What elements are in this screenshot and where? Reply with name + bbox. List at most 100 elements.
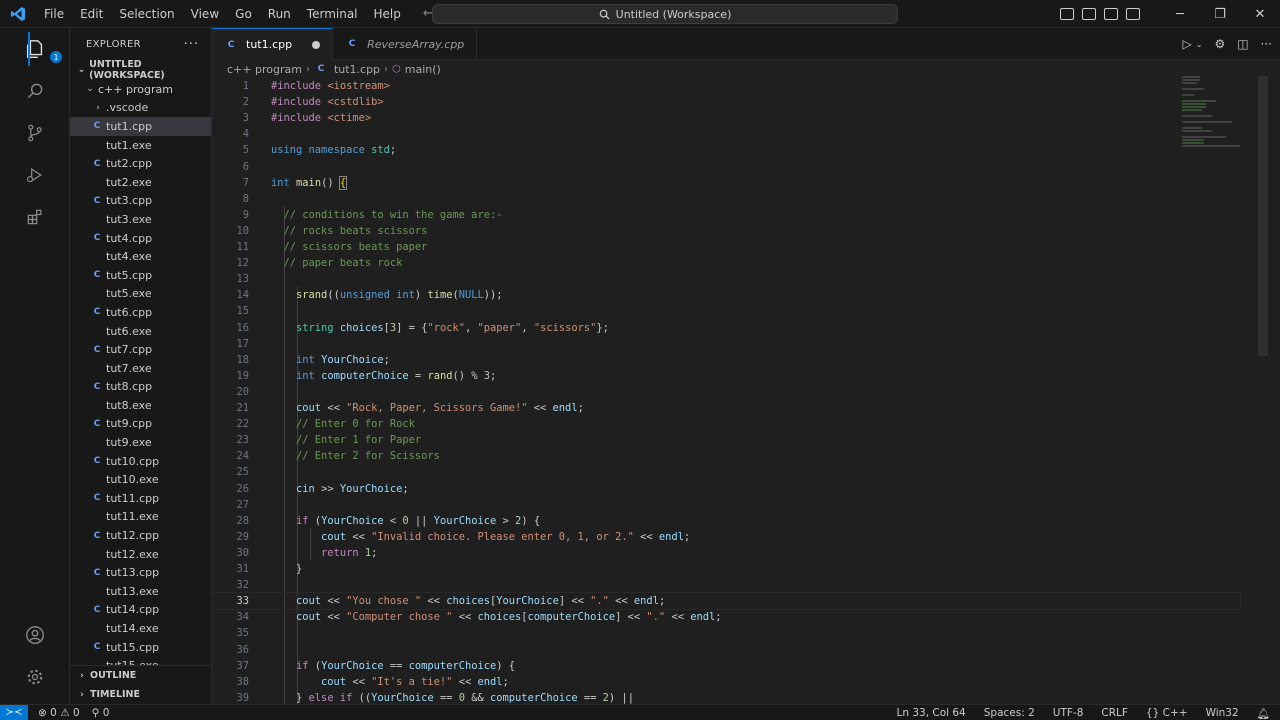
code-line[interactable]: 3 #include <ctime> <box>212 110 1240 126</box>
code-line[interactable]: 18 int YourChoice; <box>212 352 1240 368</box>
code-line[interactable]: 6 <box>212 159 1240 175</box>
tab-tut1-cpp[interactable]: C tut1.cpp <box>212 28 334 60</box>
code-line[interactable]: 2 #include <cstdlib> <box>212 94 1240 110</box>
code-line[interactable]: 31 } <box>212 561 1240 577</box>
end-of-line[interactable]: CRLF <box>1101 707 1128 719</box>
code-line[interactable]: 1 #include <iostream> <box>212 78 1240 94</box>
gear-icon[interactable]: ⚙ <box>1214 37 1225 51</box>
file-tree-item[interactable]: tut8.exe <box>70 396 211 415</box>
file-tree-item[interactable]: › .vscode <box>70 99 211 118</box>
accounts-activity[interactable] <box>0 614 70 656</box>
code-line[interactable]: 23 // Enter 1 for Paper <box>212 432 1240 448</box>
timeline-section[interactable]: › TIMELINE <box>70 685 211 704</box>
code-line-current[interactable]: 33 cout << "You chose " << choices[YourC… <box>212 592 1241 611</box>
language-mode[interactable]: {} C++ <box>1146 707 1188 719</box>
file-tree-item[interactable]: tut14.exe <box>70 619 211 638</box>
file-tree-item[interactable]: Ctut11.cpp <box>70 489 211 508</box>
breadcrumb-file[interactable]: tut1.cpp <box>334 63 380 76</box>
code-line[interactable]: 7 int main() { <box>212 175 1240 191</box>
code-line[interactable]: 20 <box>212 384 1240 400</box>
minimize-button[interactable]: ─ <box>1160 0 1200 28</box>
file-tree-item[interactable]: tut12.exe <box>70 545 211 564</box>
chevron-down-icon[interactable]: ⌄ <box>1196 40 1203 49</box>
workspace-header[interactable]: ⌄ UNTITLED (WORKSPACE) <box>70 59 211 81</box>
file-tree-item[interactable]: Ctut5.cpp <box>70 266 211 285</box>
menu-run[interactable]: Run <box>260 0 299 28</box>
code-line[interactable]: 35 <box>212 625 1240 641</box>
restore-button[interactable]: ❐ <box>1200 0 1240 28</box>
code-line[interactable]: 30 return 1; <box>212 545 1240 561</box>
platform-config[interactable]: Win32 <box>1206 707 1239 719</box>
code-line[interactable]: 39 } else if ((YourChoice == 0 && comput… <box>212 690 1240 704</box>
code-line[interactable]: 24 // Enter 2 for Scissors <box>212 448 1240 464</box>
command-center[interactable]: Untitled (Workspace) <box>432 4 898 24</box>
file-tree-item[interactable]: Ctut14.cpp <box>70 601 211 620</box>
code-line[interactable]: 29 cout << "Invalid choice. Please enter… <box>212 529 1240 545</box>
problems-indicator[interactable]: ⊗ 0 ⚠ 0 <box>38 707 80 719</box>
manage-activity[interactable] <box>0 656 70 698</box>
menu-edit[interactable]: Edit <box>72 0 111 28</box>
code-line[interactable]: 13 <box>212 271 1240 287</box>
file-tree-item[interactable]: Ctut4.cpp <box>70 229 211 248</box>
code-line[interactable]: 26 cin >> YourChoice; <box>212 481 1240 497</box>
split-editor-icon[interactable]: ◫ <box>1237 37 1248 51</box>
file-tree-item[interactable]: tut10.exe <box>70 470 211 489</box>
file-tree-item[interactable]: tut6.exe <box>70 322 211 341</box>
code-line[interactable]: 21 cout << "Rock, Paper, Scissors Game!"… <box>212 400 1240 416</box>
toggle-secondary-sidebar-icon[interactable] <box>1104 8 1118 20</box>
file-tree-item[interactable]: Ctut9.cpp <box>70 415 211 434</box>
menu-view[interactable]: View <box>183 0 227 28</box>
explorer-activity[interactable]: 1 <box>0 28 70 70</box>
toggle-primary-sidebar-icon[interactable] <box>1060 8 1074 20</box>
file-tree-item[interactable]: tut5.exe <box>70 285 211 304</box>
code-line[interactable]: 11 // scissors beats paper <box>212 239 1240 255</box>
code-line[interactable]: 14 srand((unsigned int) time(NULL)); <box>212 287 1240 303</box>
source-control-activity[interactable] <box>0 112 70 154</box>
indentation[interactable]: Spaces: 2 <box>984 707 1035 719</box>
menu-help[interactable]: Help <box>366 0 409 28</box>
toggle-panel-icon[interactable] <box>1082 8 1096 20</box>
file-tree-item[interactable]: Ctut2.cpp <box>70 154 211 173</box>
ports-indicator[interactable]: ⚲ 0 <box>92 707 110 719</box>
run-code-icon[interactable]: ▷ <box>1183 37 1192 51</box>
file-tree-item[interactable]: tut7.exe <box>70 359 211 378</box>
code-editor[interactable]: 1 #include <iostream> 2 #include <cstdlib>… <box>212 78 1280 704</box>
file-tree-item[interactable]: Ctut15.cpp <box>70 638 211 657</box>
menu-go[interactable]: Go <box>227 0 260 28</box>
minimap[interactable] <box>1182 76 1252 166</box>
code-line[interactable]: 9 // conditions to win the game are:- <box>212 207 1240 223</box>
unsaved-dot-icon[interactable] <box>312 40 321 49</box>
breadcrumb-symbol[interactable]: main() <box>405 63 441 76</box>
more-actions-icon[interactable]: ··· <box>184 37 199 52</box>
code-line[interactable]: 17 <box>212 336 1240 352</box>
file-tree-item[interactable]: Ctut12.cpp <box>70 526 211 545</box>
code-line[interactable]: 8 <box>212 191 1240 207</box>
folder-row[interactable]: ⌄ c++ program <box>70 80 211 99</box>
close-window-button[interactable]: ✕ <box>1240 0 1280 28</box>
code-line[interactable]: 25 <box>212 464 1240 480</box>
code-line[interactable]: 12 // paper beats rock <box>212 255 1240 271</box>
code-line[interactable]: 5 using namespace std; <box>212 142 1240 158</box>
outline-section[interactable]: › OUTLINE <box>70 666 211 685</box>
menu-selection[interactable]: Selection <box>111 0 182 28</box>
file-tree-item[interactable]: Ctut6.cpp <box>70 303 211 322</box>
menu-file[interactable]: File <box>36 0 72 28</box>
customize-layout-icon[interactable] <box>1126 8 1140 20</box>
code-line[interactable]: 28 if (YourChoice < 0 || YourChoice > 2)… <box>212 513 1240 529</box>
code-line[interactable]: 34 cout << "Computer chose " << choices[… <box>212 609 1240 625</box>
file-tree-item[interactable]: tut11.exe <box>70 508 211 527</box>
vertical-scrollbar[interactable] <box>1258 76 1268 356</box>
notifications-icon[interactable]: 🔔︎ <box>1257 707 1270 720</box>
code-line[interactable]: 4 <box>212 126 1240 142</box>
breadcrumb-folder[interactable]: c++ program <box>227 63 302 76</box>
code-line[interactable]: 37 if (YourChoice == computerChoice) { <box>212 658 1240 674</box>
file-tree-item[interactable]: tut4.exe <box>70 247 211 266</box>
code-line[interactable]: 22 // Enter 0 for Rock <box>212 416 1240 432</box>
extensions-activity[interactable] <box>0 196 70 238</box>
file-tree-item[interactable]: tut9.exe <box>70 433 211 452</box>
file-tree-item[interactable]: tut2.exe <box>70 173 211 192</box>
more-actions-icon[interactable]: ··· <box>1261 37 1272 51</box>
file-tree-item[interactable]: Ctut13.cpp <box>70 563 211 582</box>
code-line[interactable]: 15 <box>212 303 1240 319</box>
file-tree-item[interactable]: Ctut3.cpp <box>70 192 211 211</box>
